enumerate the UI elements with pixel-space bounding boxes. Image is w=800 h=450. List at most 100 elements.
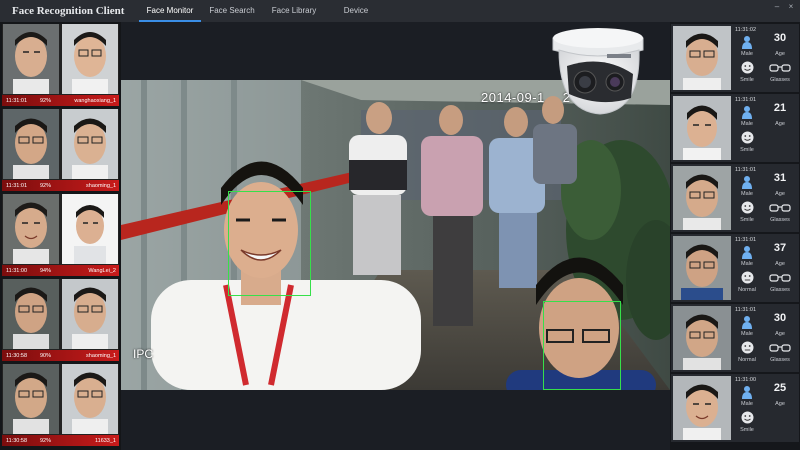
- capture-item[interactable]: 11:30:58 92% 11633_1: [2, 364, 119, 446]
- title-bar: Face Recognition Client Face Monitor Fac…: [0, 0, 800, 22]
- attribute-time: 11:31:01: [735, 167, 757, 173]
- tab-face-monitor[interactable]: Face Monitor: [139, 0, 201, 22]
- attribute-time: 11:31:02: [735, 27, 757, 33]
- main-tabs: Face Monitor Face Search Face Library De…: [130, 0, 387, 22]
- attribute-card[interactable]: 11:31:01 Male 31 Age Smile Glasses: [671, 164, 799, 232]
- age-label: Age: [775, 261, 785, 267]
- tab-face-search[interactable]: Face Search: [201, 0, 263, 22]
- attribute-card[interactable]: 11:31:02 Male 30 Age Smile Glasses: [671, 24, 799, 92]
- attribute-time: 11:31:00: [735, 377, 757, 383]
- face-detection-box[interactable]: [543, 301, 621, 390]
- neutral-face-icon: [741, 341, 754, 354]
- gender-label: Male: [741, 261, 753, 267]
- minimize-icon[interactable]: –: [772, 2, 782, 11]
- close-icon[interactable]: ×: [786, 2, 796, 11]
- capture-info-bar: 11:31:01 92% wanghaoxiang_1: [2, 95, 119, 106]
- app-window: Face Recognition Client Face Monitor Fac…: [0, 0, 800, 450]
- capture-info-bar: 11:30:58 92% 11633_1: [2, 435, 119, 446]
- glasses-icon: [769, 344, 791, 352]
- male-icon: [742, 36, 752, 49]
- capture-name: WangLei_2: [88, 267, 116, 274]
- attribute-face-image: [673, 306, 731, 370]
- capture-similarity: 94%: [40, 267, 52, 274]
- capture-similarity: 92%: [40, 97, 52, 104]
- captured-face-image: [3, 194, 59, 264]
- smile-icon: [741, 411, 754, 424]
- captured-face-image: [3, 279, 59, 349]
- attribute-face-image: [673, 166, 731, 230]
- attribute-card[interactable]: 11:31:01 Male 30 Age Normal Glasses: [671, 304, 799, 372]
- capture-info-bar: 11:30:58 90% shaoming_1: [2, 350, 119, 361]
- expression-label: Smile: [740, 217, 754, 223]
- male-icon: [742, 386, 752, 399]
- library-face-image: [62, 194, 118, 264]
- captured-face-image: [3, 364, 59, 434]
- capture-time: 11:31:00: [6, 267, 28, 274]
- gender-label: Male: [741, 191, 753, 197]
- attribute-list: 11:31:02 Male 30 Age Smile Glasses 11:31…: [670, 22, 800, 450]
- age-label: Age: [775, 121, 785, 127]
- glasses-label: Glasses: [770, 357, 790, 363]
- smile-icon: [741, 201, 754, 214]
- expression-label: Normal: [738, 357, 756, 363]
- glasses-label: Glasses: [770, 77, 790, 83]
- capture-list: 11:31:01 92% wanghaoxiang_1 11:31:01 92%…: [0, 22, 121, 450]
- capture-info-bar: 11:31:00 94% WangLei_2: [2, 265, 119, 276]
- glasses-label: Glasses: [770, 287, 790, 293]
- capture-item[interactable]: 11:30:58 90% shaoming_1: [2, 279, 119, 361]
- male-icon: [742, 246, 752, 259]
- attribute-face-image: [673, 376, 731, 440]
- capture-time: 11:31:01: [6, 182, 28, 189]
- expression-label: Smile: [740, 147, 754, 153]
- live-video-view[interactable]: 2014-09-1 2 IPC: [121, 80, 670, 390]
- captured-face-image: [3, 24, 59, 94]
- smile-icon: [741, 61, 754, 74]
- tab-face-library[interactable]: Face Library: [263, 0, 325, 22]
- expression-label: Smile: [740, 77, 754, 83]
- attribute-time: 11:31:01: [735, 97, 757, 103]
- age-label: Age: [775, 401, 785, 407]
- thermal-camera-image: [552, 28, 644, 115]
- neutral-face-icon: [741, 271, 754, 284]
- attribute-time: 11:31:01: [735, 237, 757, 243]
- gender-label: Male: [741, 51, 753, 57]
- capture-time: 11:30:58: [6, 437, 28, 444]
- attribute-face-image: [673, 96, 731, 160]
- glasses-label: Glasses: [770, 217, 790, 223]
- expression-label: Smile: [740, 427, 754, 433]
- age-label: Age: [775, 191, 785, 197]
- face-detection-box[interactable]: [228, 191, 311, 296]
- capture-name: shaoming_1: [86, 182, 116, 189]
- attribute-card[interactable]: 11:31:01 Male 37 Age Normal Glasses: [671, 234, 799, 302]
- app-title: Face Recognition Client: [12, 5, 125, 17]
- attribute-card[interactable]: 11:31:01 Male 21 Age Smile: [671, 94, 799, 162]
- capture-name: shaoming_1: [86, 352, 116, 359]
- capture-similarity: 90%: [40, 352, 52, 359]
- male-icon: [742, 176, 752, 189]
- age-label: Age: [775, 331, 785, 337]
- library-face-image: [62, 24, 118, 94]
- attribute-face-image: [673, 236, 731, 300]
- glasses-icon: [769, 64, 791, 72]
- attribute-card[interactable]: 11:31:00 Male 25 Age Smile: [671, 374, 799, 442]
- age-value: 30: [773, 32, 787, 44]
- library-face-image: [62, 364, 118, 434]
- tab-device[interactable]: Device: [325, 0, 387, 22]
- age-label: Age: [775, 51, 785, 57]
- library-face-image: [62, 279, 118, 349]
- smile-icon: [741, 131, 754, 144]
- capture-item[interactable]: 11:31:01 92% shaoming_1: [2, 109, 119, 191]
- capture-time: 11:30:58: [6, 352, 28, 359]
- gender-label: Male: [741, 121, 753, 127]
- window-controls: – ×: [772, 2, 796, 11]
- capture-item[interactable]: 11:31:00 94% WangLei_2: [2, 194, 119, 276]
- capture-item[interactable]: 11:31:01 92% wanghaoxiang_1: [2, 24, 119, 106]
- capture-similarity: 92%: [40, 437, 52, 444]
- glasses-icon: [769, 274, 791, 282]
- attribute-time: 11:31:01: [735, 307, 757, 313]
- male-icon: [742, 106, 752, 119]
- captured-face-image: [3, 109, 59, 179]
- capture-time: 11:31:01: [6, 97, 28, 104]
- expression-label: Normal: [738, 287, 756, 293]
- capture-name: 11633_1: [94, 437, 116, 444]
